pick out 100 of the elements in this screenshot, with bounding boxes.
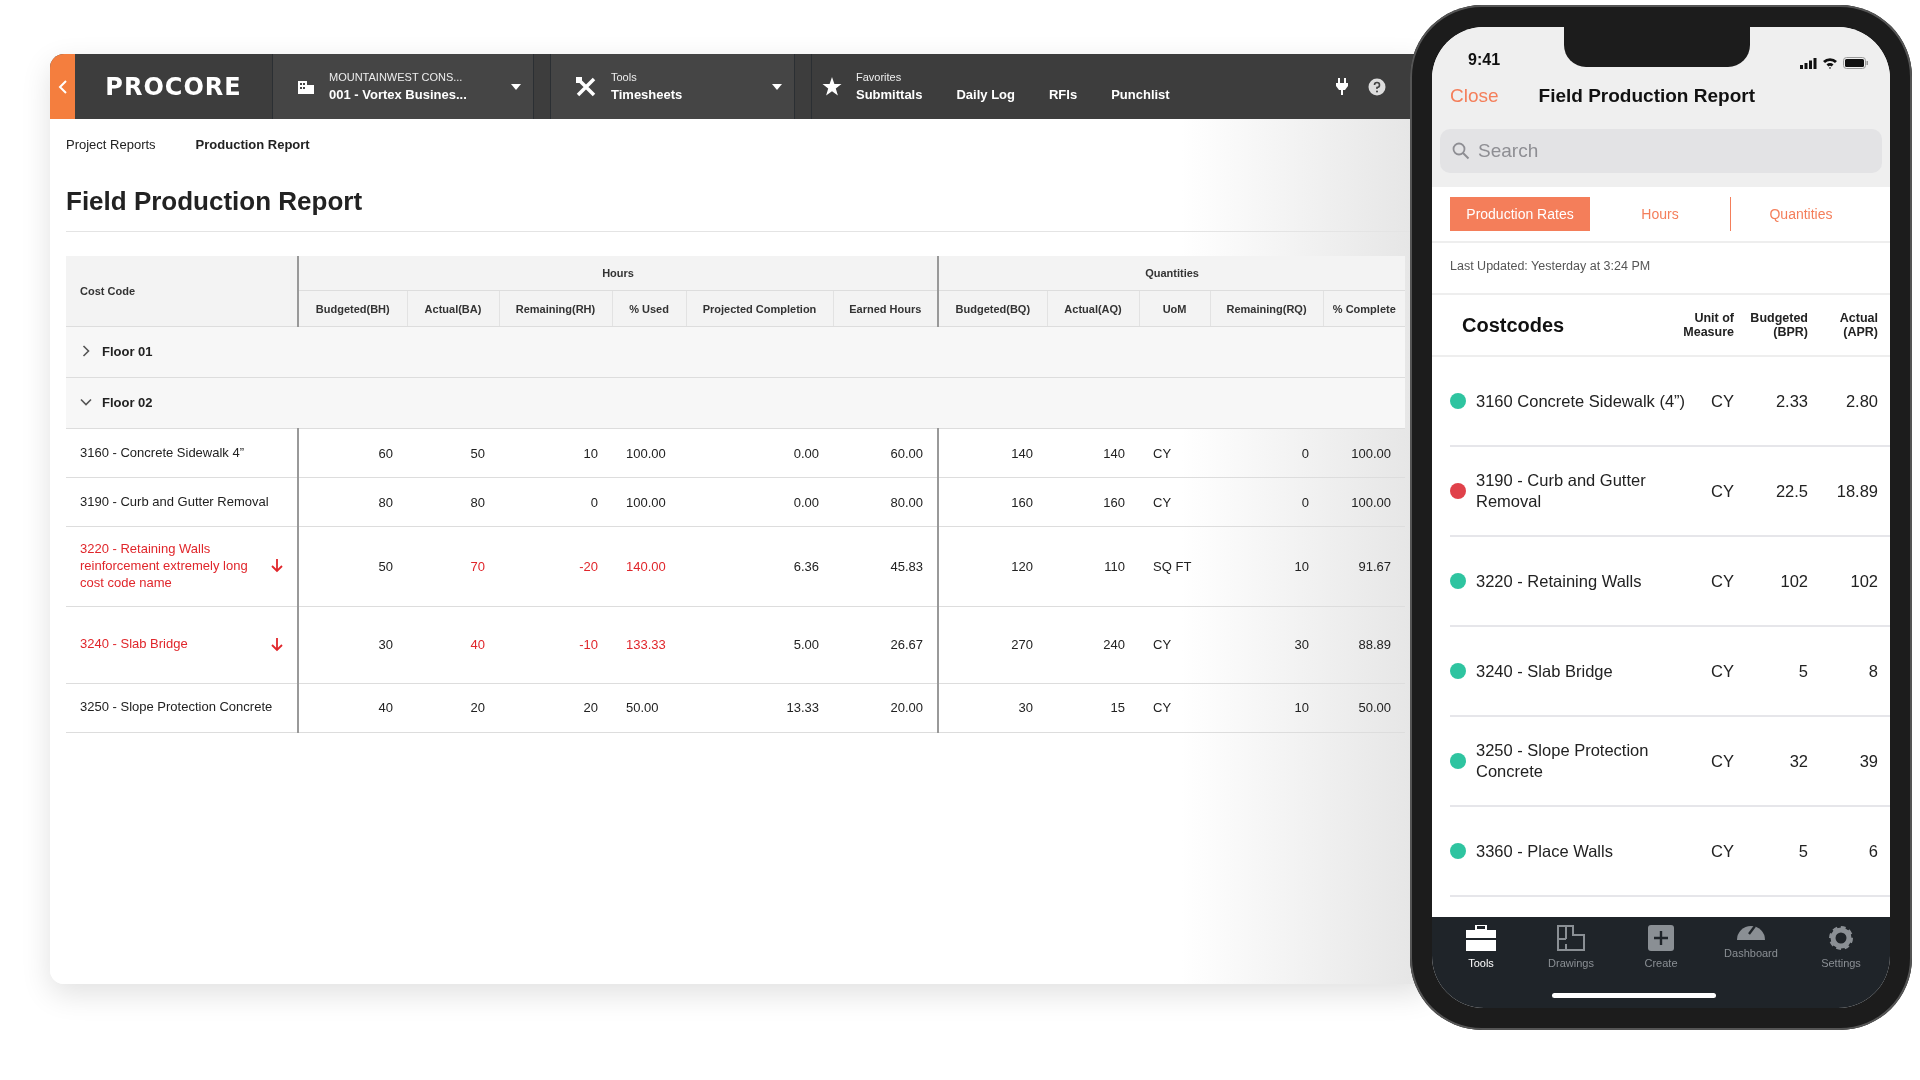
table-cell: CY (1139, 428, 1211, 478)
screen-title: Field Production Report (1538, 85, 1755, 107)
nav-link[interactable]: Daily Log (956, 87, 1015, 102)
nav-link[interactable]: Punchlist (1111, 87, 1170, 102)
table-cell: 20 (407, 683, 499, 733)
list-row[interactable]: 3220 - Retaining Walls CY 102 102 (1450, 537, 1890, 627)
tools-icon (575, 75, 597, 98)
tab-bar-item[interactable]: Create (1616, 917, 1706, 977)
table-cell: 100.00 (1323, 477, 1406, 527)
column-header: Remaining(RH) (499, 290, 612, 327)
cost-code-cell: 3250 - Slope Protection Concrete (66, 683, 298, 733)
list-row[interactable]: 3160 Concrete Sidewalk (4”) CY 2.33 2.80 (1450, 357, 1890, 447)
table-cell: 26.67 (833, 606, 939, 684)
list-row[interactable]: 3240 - Slab Bridge CY 5 8 (1450, 627, 1890, 717)
search-icon (1452, 142, 1470, 160)
tab-bar-item[interactable]: Dashboard (1706, 917, 1796, 977)
list-row[interactable]: 3360 - Place Walls CY 5 6 (1450, 807, 1890, 897)
unit-value: CY (1710, 661, 1734, 681)
plug-icon[interactable] (1336, 77, 1348, 96)
tab-bar-item[interactable]: Settings (1796, 917, 1886, 977)
table-cell: 10 (499, 428, 612, 478)
breadcrumb-link[interactable]: Project Reports (66, 137, 156, 152)
column-header: Actual(AQ) (1047, 290, 1140, 327)
section-toggle[interactable]: Floor 01 (80, 343, 153, 359)
table-cell: 88.89 (1323, 606, 1406, 684)
table-cell: 10 (1210, 683, 1324, 733)
column-header: Budgeted(BH) (298, 290, 407, 327)
nav-link[interactable]: Submittals (856, 87, 923, 102)
table-cell: 100.00 (612, 428, 686, 478)
table-cell: 60.00 (833, 428, 939, 478)
column-header: Remaining(RQ) (1210, 290, 1324, 327)
column-header: Budgeted (BPR) (1749, 310, 1808, 340)
unit-value: CY (1710, 391, 1734, 411)
help-icon[interactable] (1368, 77, 1386, 96)
table-cell: CY (1139, 606, 1211, 684)
favorites-label: Favorites (856, 71, 903, 84)
table-cell: 60 (298, 428, 407, 478)
floor-plan-icon (1557, 925, 1585, 951)
gauge-icon (1736, 925, 1766, 941)
budgeted-value: 102 (1779, 571, 1808, 591)
table-cell: 15 (1047, 683, 1140, 733)
budgeted-value: 5 (1797, 661, 1808, 681)
cost-code-cell: 3220 - Retaining Walls reinforcement extremely long cost code name (66, 526, 298, 607)
tab-bar-item[interactable]: Tools (1436, 917, 1526, 977)
column-header: Actual (APR) (1838, 310, 1878, 340)
table-cell: 0 (1210, 477, 1324, 527)
building-icon (297, 78, 315, 95)
column-header: % Complete (1323, 290, 1406, 327)
table-cell: 30 (1210, 606, 1324, 684)
last-updated-text: Last Updated: Yesterday at 3:24 PM (1432, 243, 1890, 295)
table-cell: 91.67 (1323, 526, 1406, 607)
cost-code-name: 3250 - Slope Protection Concrete (1476, 740, 1650, 782)
table-cell: 13.33 (686, 683, 833, 733)
cost-code-name: 3240 - Slab Bridge (1476, 660, 1614, 682)
back-button[interactable] (50, 54, 75, 119)
project-selector[interactable]: MOUNTAINWEST CONS... 001 - Vortex Busines... (272, 54, 534, 119)
table-cell: 70 (407, 526, 499, 607)
cost-code-name: 3220 - Retaining Walls (1476, 570, 1643, 592)
wifi-icon (1822, 57, 1838, 69)
budgeted-value: 32 (1788, 751, 1808, 771)
column-header: Costcodes (1462, 313, 1566, 337)
column-group-header: Quantities (938, 256, 1406, 291)
table-cell: 270 (938, 606, 1048, 684)
table-cell: CY (1139, 683, 1211, 733)
table-cell: 100.00 (612, 477, 686, 527)
arrow-down-icon (271, 637, 283, 652)
arrow-down-icon (271, 559, 283, 574)
column-header: Budgeted(BQ) (938, 290, 1048, 327)
tool-selector[interactable]: Tools Timesheets (550, 54, 795, 119)
caret-down-icon (772, 83, 782, 90)
list-row[interactable]: 3250 - Slope Protection Concrete CY 32 39 (1450, 717, 1890, 807)
column-header: UoM (1139, 290, 1211, 327)
table-cell: 50 (407, 428, 499, 478)
star-icon (822, 77, 842, 96)
table-cell: 30 (298, 606, 407, 684)
breadcrumb-link[interactable]: Production Report (195, 137, 310, 152)
cost-code-name: 3360 - Place Walls (1476, 840, 1614, 862)
caret-down-icon (511, 83, 521, 90)
tab-bar-item[interactable]: Drawings (1526, 917, 1616, 977)
unit-value: CY (1710, 481, 1734, 501)
column-header: % Used (612, 290, 686, 327)
section-toggle[interactable]: Floor 02 (80, 394, 153, 410)
budgeted-value: 2.33 (1774, 391, 1808, 411)
table-cell: 0.00 (686, 428, 833, 478)
list-row[interactable]: 3190 - Curb and Gutter Removal CY 22.5 18.89 (1450, 447, 1890, 537)
table-cell: 133.33 (612, 606, 686, 684)
chevron-left-icon (57, 78, 68, 95)
cost-code-name: 3190 - Curb and Gutter Removal (1476, 470, 1647, 512)
cost-code-cell: 3160 - Concrete Sidewalk 4” (66, 428, 298, 478)
table-cell: 30 (938, 683, 1048, 733)
column-header: Unit of Measure (1682, 310, 1734, 340)
column-header: Actual(BA) (407, 290, 499, 327)
table-cell: -20 (499, 526, 612, 607)
settings-icon (1828, 925, 1854, 951)
actual-value: 6 (1867, 841, 1878, 861)
search-field[interactable]: Search (1440, 129, 1882, 173)
nav-link[interactable]: RFIs (1049, 87, 1078, 102)
table-cell: 20 (499, 683, 612, 733)
table-cell: 0.00 (686, 477, 833, 527)
table-cell: 45.83 (833, 526, 939, 607)
